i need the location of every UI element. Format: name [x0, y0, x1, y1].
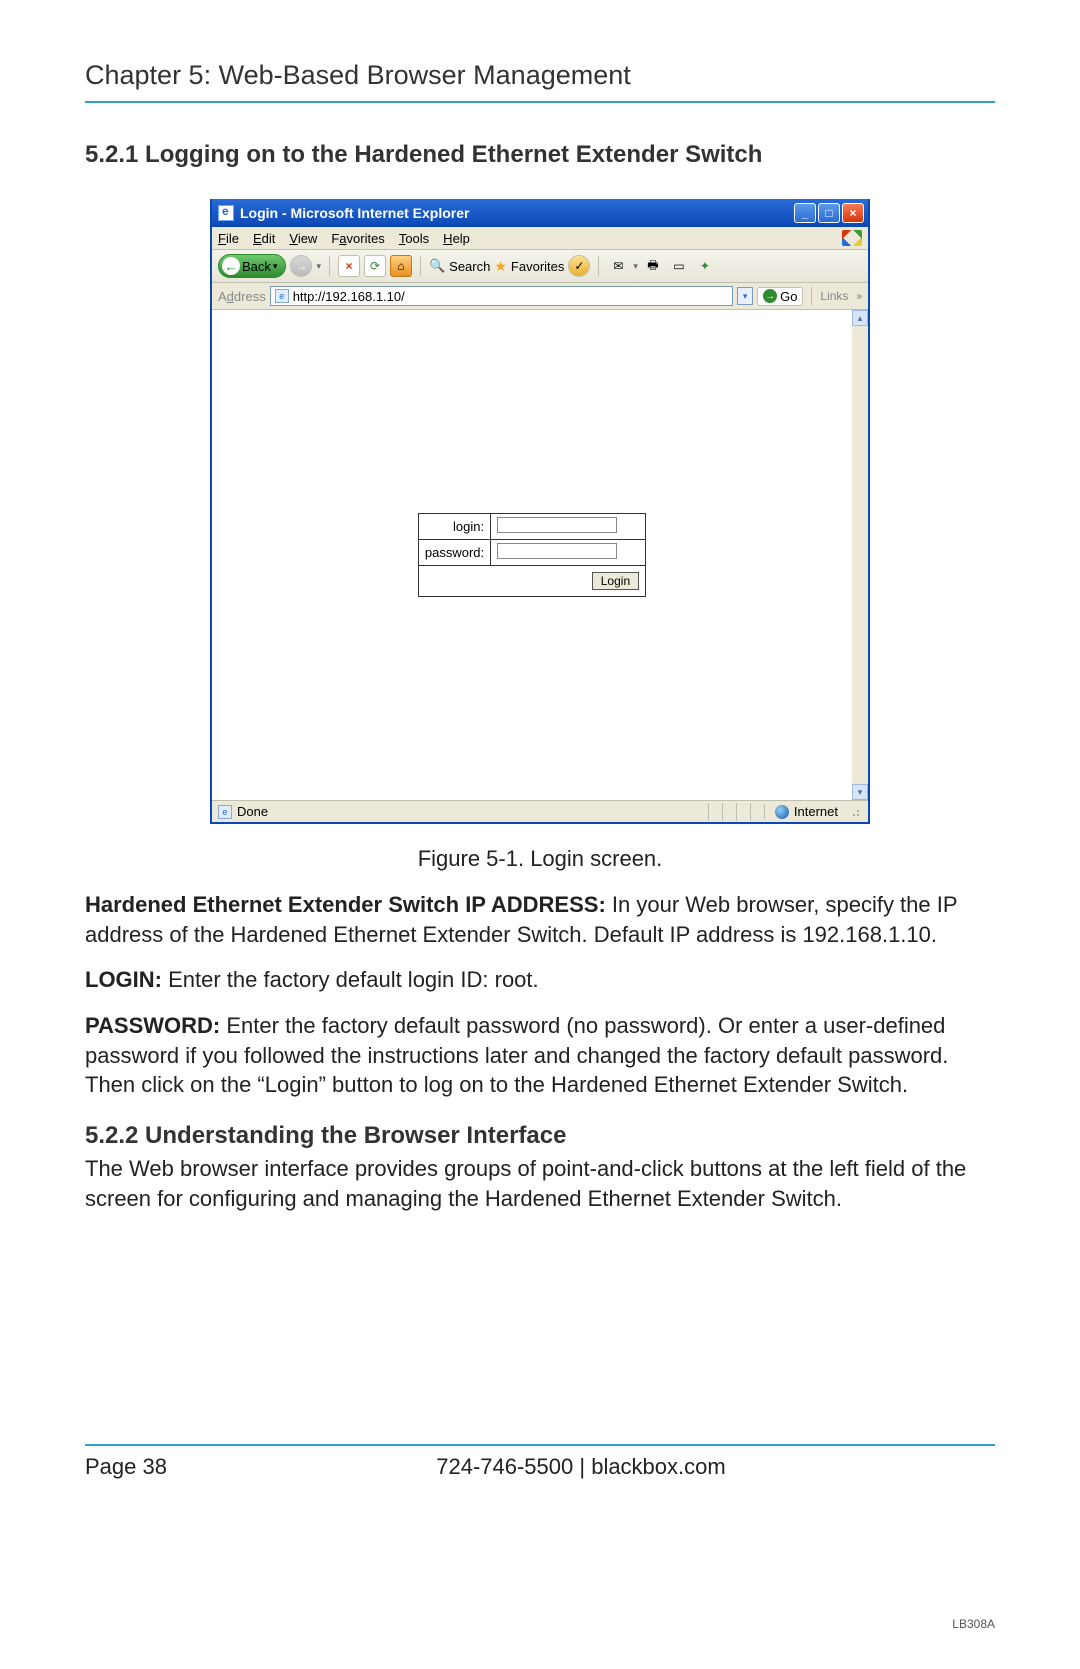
search-icon: 🔍 [429, 258, 445, 274]
back-button[interactable]: ← Back ▾ [218, 254, 286, 278]
paragraph-522: The Web browser interface provides group… [85, 1154, 995, 1213]
address-label: Address [218, 289, 266, 304]
menu-favorites[interactable]: Favorites [331, 231, 384, 246]
home-button[interactable]: ⌂ [390, 255, 412, 277]
menu-tools[interactable]: Tools [399, 231, 429, 246]
scroll-down-button[interactable]: ▾ [852, 784, 868, 800]
footer-site: blackbox.com [591, 1454, 726, 1479]
mail-button[interactable]: ✉ [607, 255, 629, 277]
titlebar: Login - Microsoft Internet Explorer _ □ … [212, 199, 868, 227]
chapter-title: Chapter 5: Web-Based Browser Management [85, 60, 995, 91]
minimize-button[interactable]: _ [794, 203, 816, 223]
login-form: login: password: Login [418, 513, 646, 597]
figure-screenshot: Login - Microsoft Internet Explorer _ □ … [85, 199, 995, 824]
stop-button[interactable]: × [338, 255, 360, 277]
status-text: Done [237, 804, 268, 819]
print-button[interactable]: 🖶 [642, 255, 664, 277]
links-label[interactable]: Links [820, 289, 848, 303]
address-dropdown[interactable]: ▾ [737, 287, 753, 305]
page-content: ▴ ▾ login: password: Login [212, 310, 868, 800]
password-input[interactable] [497, 543, 617, 559]
internet-zone-icon [775, 805, 789, 819]
login-button[interactable]: Login [592, 572, 639, 590]
footer-divider [85, 1444, 995, 1446]
login-input[interactable] [497, 517, 617, 533]
menu-help[interactable]: Help [443, 231, 470, 246]
menu-view[interactable]: View [289, 231, 317, 246]
windows-flag-icon [842, 230, 862, 246]
address-bar: Address e http://192.168.1.10/ ▾ → Go Li… [212, 283, 868, 310]
close-button[interactable]: × [842, 203, 864, 223]
window-title: Login - Microsoft Internet Explorer [240, 205, 794, 221]
paragraph-login: LOGIN: Enter the factory default login I… [85, 965, 995, 995]
favorites-button[interactable]: Favorites [511, 259, 564, 274]
status-bar: e Done Internet [212, 800, 868, 822]
favorites-star-icon: ★ [494, 258, 507, 275]
resize-grip-icon [848, 805, 862, 819]
done-icon: e [218, 805, 232, 819]
section-heading-521: 5.2.1 Logging on to the Hardened Etherne… [85, 141, 995, 169]
menu-edit[interactable]: Edit [253, 231, 275, 246]
scroll-up-button[interactable]: ▴ [852, 310, 868, 326]
discuss-button[interactable]: ✦ [694, 255, 716, 277]
address-input[interactable]: e http://192.168.1.10/ [270, 286, 733, 306]
page-number: Page 38 [85, 1454, 167, 1480]
paragraph-password: PASSWORD: Enter the factory default pass… [85, 1011, 995, 1100]
forward-button[interactable]: → [290, 255, 312, 277]
paragraph-ip: Hardened Ethernet Extender Switch IP ADD… [85, 890, 995, 949]
page-icon: e [275, 289, 289, 303]
toolbar: ← Back ▾ → ▾ × ⟳ ⌂ 🔍 Search ★ Favorites … [212, 250, 868, 283]
model-number: LB308A [952, 1617, 995, 1631]
figure-caption: Figure 5-1. Login screen. [85, 846, 995, 872]
menubar: File Edit View Favorites Tools Help [212, 227, 868, 250]
address-url: http://192.168.1.10/ [293, 289, 728, 304]
divider [85, 101, 995, 103]
login-label: login: [418, 514, 490, 540]
refresh-button[interactable]: ⟳ [364, 255, 386, 277]
password-label: password: [418, 540, 490, 566]
section-heading-522: 5.2.2 Understanding the Browser Interfac… [85, 1122, 995, 1150]
edit-button[interactable]: ▭ [668, 255, 690, 277]
go-button[interactable]: → Go [757, 287, 803, 306]
menu-file[interactable]: File [218, 231, 239, 246]
search-button[interactable]: Search [449, 259, 490, 274]
zone-text: Internet [794, 804, 838, 819]
page-footer: Page 38 724-746-5500 | blackbox.com [85, 1454, 995, 1480]
maximize-button[interactable]: □ [818, 203, 840, 223]
browser-window: Login - Microsoft Internet Explorer _ □ … [210, 199, 870, 824]
footer-phone: 724-746-5500 [436, 1454, 573, 1479]
history-button[interactable]: ✓ [568, 255, 590, 277]
ie-page-icon [218, 205, 234, 221]
